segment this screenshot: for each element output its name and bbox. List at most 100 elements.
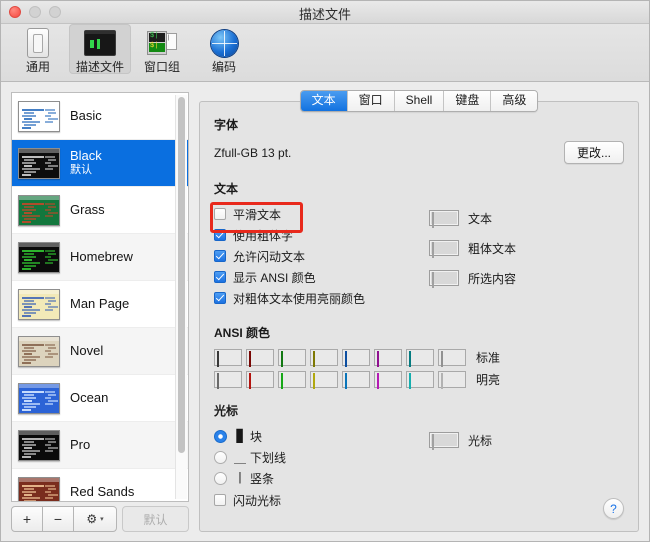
profiles-scrollbar[interactable] <box>175 95 187 499</box>
tab-2[interactable]: 窗口 <box>346 91 394 111</box>
checkbox-row[interactable]: 平滑文本 <box>214 205 429 223</box>
checkbox-row[interactable]: 使用粗体字 <box>214 226 429 244</box>
profile-name: Ocean <box>70 390 109 405</box>
ansi-color-well[interactable] <box>406 371 434 389</box>
checkbox-input[interactable] <box>214 271 226 283</box>
checkbox-input[interactable] <box>214 250 226 262</box>
ansi-color-swatch <box>281 351 283 367</box>
color-well[interactable] <box>429 240 459 258</box>
ansi-color-well[interactable] <box>342 371 370 389</box>
color-well-row[interactable]: 文本 <box>429 207 624 229</box>
profile-row[interactable]: Black 默认 <box>12 140 188 187</box>
color-swatch <box>432 212 434 228</box>
tab-1[interactable]: 文本 <box>300 91 347 111</box>
profile-thumbnail <box>18 194 60 226</box>
profile-thumbnail <box>18 335 60 367</box>
checkbox-input[interactable] <box>214 229 226 241</box>
ansi-color-well[interactable] <box>438 371 466 389</box>
tab-5[interactable]: 高级 <box>490 91 538 111</box>
profile-row[interactable]: Ocean <box>12 375 188 422</box>
ansi-color-well[interactable] <box>374 349 402 367</box>
ansi-color-row: 标准 <box>214 349 624 367</box>
toolbar-item-window-groups[interactable]: 窗口组 <box>131 24 193 74</box>
font-row: Zfull-GB 13 pt. 更改... <box>214 141 624 164</box>
profile-row[interactable]: Man Page <box>12 281 188 328</box>
cursor-color-well-row[interactable]: 光标 <box>429 429 624 451</box>
cursor-radio-row[interactable]: ＿ 下划线 <box>214 448 429 466</box>
profile-name-block: Red Sands <box>70 485 134 499</box>
radio-input[interactable] <box>214 471 227 485</box>
color-well[interactable] <box>429 270 459 288</box>
scrollbar-thumb[interactable] <box>178 97 185 453</box>
ansi-color-well[interactable] <box>214 349 242 367</box>
ansi-color-swatch <box>249 373 251 389</box>
ansi-color-well[interactable] <box>278 371 306 389</box>
cursor-radio-row[interactable]: ▉ 块 <box>214 427 429 445</box>
ansi-color-well[interactable] <box>278 349 306 367</box>
ansi-color-well[interactable] <box>246 371 274 389</box>
help-button[interactable]: ? <box>603 498 624 519</box>
radio-input[interactable] <box>214 450 227 464</box>
font-section-title: 字体 <box>214 118 239 132</box>
profile-row[interactable]: Grass <box>12 187 188 234</box>
ansi-color-well[interactable] <box>246 349 274 367</box>
ansi-color-well[interactable] <box>310 349 338 367</box>
ansi-color-swatch <box>217 373 219 389</box>
checkbox-row[interactable]: 允许闪动文本 <box>214 247 429 265</box>
cursor-radio-row[interactable]: | 竖条 <box>214 469 429 487</box>
blink-cursor-checkbox[interactable] <box>214 494 226 506</box>
profile-options-button[interactable]: ⚙ ▾ <box>73 506 117 532</box>
ansi-color-well[interactable] <box>214 371 242 389</box>
toolbar-item-profiles[interactable]: 描述文件 <box>69 24 131 74</box>
window-title: 描述文件 <box>298 7 351 22</box>
profile-row[interactable]: Pro <box>12 422 188 469</box>
checkbox-row[interactable]: 对粗体文本使用亮丽颜色 <box>214 289 429 307</box>
tab-3[interactable]: Shell <box>393 91 444 111</box>
profile-row[interactable]: Homebrew <box>12 234 188 281</box>
profiles-list[interactable]: Basic Black 默认 Grass Homebrew Man Page Novel Oc… <box>11 92 189 502</box>
ansi-color-well[interactable] <box>406 349 434 367</box>
ansi-color-well[interactable] <box>342 349 370 367</box>
profile-row[interactable]: Basic <box>12 93 188 140</box>
profile-name-block: Basic <box>70 109 102 123</box>
ansi-color-swatch <box>441 351 443 367</box>
profile-thumbnail <box>18 476 60 501</box>
blink-cursor-row[interactable]: 闪动光标 <box>214 491 429 509</box>
color-swatch <box>432 272 434 288</box>
tab-4[interactable]: 键盘 <box>443 91 491 111</box>
remove-profile-button[interactable]: − <box>42 506 74 532</box>
checkbox-input[interactable] <box>214 292 226 304</box>
checkbox-row[interactable]: 显示 ANSI 颜色 <box>214 268 429 286</box>
ansi-color-well[interactable] <box>310 371 338 389</box>
change-font-button[interactable]: 更改... <box>563 141 624 164</box>
cursor-section-title: 光标 <box>214 404 239 418</box>
profile-thumbnail <box>18 100 60 132</box>
profile-row[interactable]: Red Sands <box>12 469 188 501</box>
text-section-title: 文本 <box>214 182 239 196</box>
profile-row[interactable]: Novel <box>12 328 188 375</box>
color-well[interactable] <box>429 210 459 228</box>
color-well-row[interactable]: 所选内容 <box>429 267 624 289</box>
checkbox-input[interactable] <box>214 208 226 220</box>
cursor-color-well[interactable] <box>429 432 459 450</box>
ansi-color-well[interactable] <box>438 349 466 367</box>
cursor-color-label: 光标 <box>468 433 493 448</box>
ansi-color-well[interactable] <box>374 371 402 389</box>
color-well-row[interactable]: 粗体文本 <box>429 237 624 259</box>
cursor-section: 光标 ▉ 块 ＿ 下划线 | 竖条闪动光标 光标 <box>214 402 624 512</box>
toolbar-item-general[interactable]: 通用 <box>7 24 69 74</box>
radio-input[interactable] <box>214 429 227 443</box>
toolbar-label-profiles: 描述文件 <box>75 60 124 74</box>
text-section-body: 平滑文本使用粗体字允许闪动文本 显示 ANSI 颜色 对粗体文本使用亮丽颜色 文本粗… <box>214 205 624 310</box>
profile-name-block: Novel <box>70 344 103 358</box>
text-checkbox-group: 平滑文本使用粗体字允许闪动文本 显示 ANSI 颜色 对粗体文本使用亮丽颜色 <box>214 205 429 310</box>
ansi-color-swatch <box>345 373 347 389</box>
ansi-color-swatch <box>217 351 219 367</box>
toolbar-label-encodings: 编码 <box>211 60 236 74</box>
toolbar-item-encodings[interactable]: 编码 <box>193 24 255 74</box>
add-profile-button[interactable]: + <box>11 506 43 532</box>
cursor-color-swatch <box>432 434 434 450</box>
set-default-button[interactable]: 默认 <box>122 506 189 532</box>
color-well-label: 所选内容 <box>468 271 517 286</box>
checkbox-label: 平滑文本 <box>233 207 282 222</box>
